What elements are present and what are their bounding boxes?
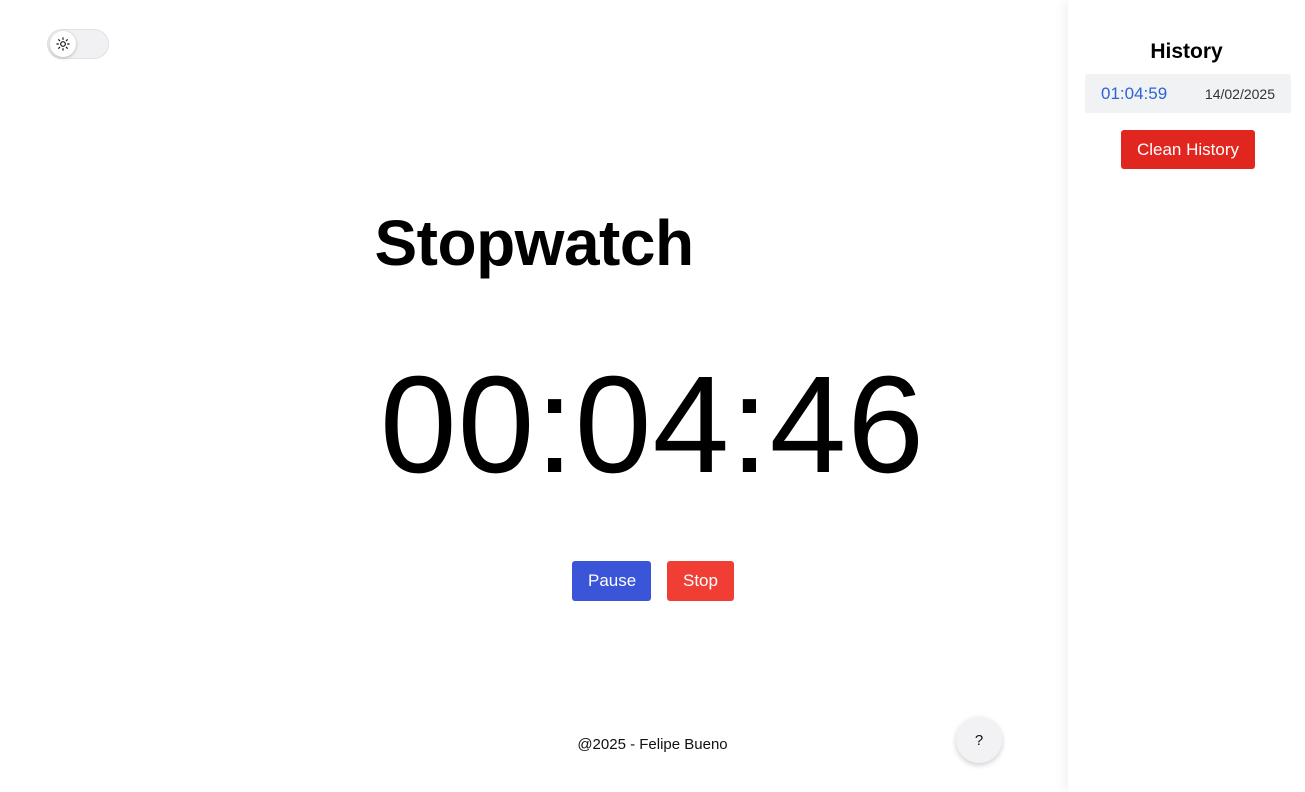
stopwatch-controls: Pause Stop — [572, 561, 734, 601]
stop-button[interactable]: Stop — [667, 561, 734, 601]
pause-button[interactable]: Pause — [572, 561, 651, 601]
app: Stopwatch Pause Stop ? 00:04:46 @2025 - … — [0, 0, 1305, 792]
toggle-knob[interactable] — [50, 31, 76, 57]
history-sidebar: History 01:04:59 14/02/2025 Clean Histor… — [1068, 0, 1305, 792]
clean-history-button[interactable]: Clean History — [1121, 130, 1255, 169]
page-title: Stopwatch — [374, 207, 694, 279]
sun-icon — [56, 37, 70, 51]
history-item-time: 01:04:59 — [1101, 83, 1168, 103]
history-title: History — [1150, 40, 1223, 63]
history-item-date: 14/02/2025 — [1204, 85, 1275, 102]
theme-toggle[interactable] — [47, 29, 109, 59]
history-list: 01:04:59 14/02/2025 — [1085, 74, 1291, 113]
history-item: 01:04:59 14/02/2025 — [1085, 74, 1291, 113]
